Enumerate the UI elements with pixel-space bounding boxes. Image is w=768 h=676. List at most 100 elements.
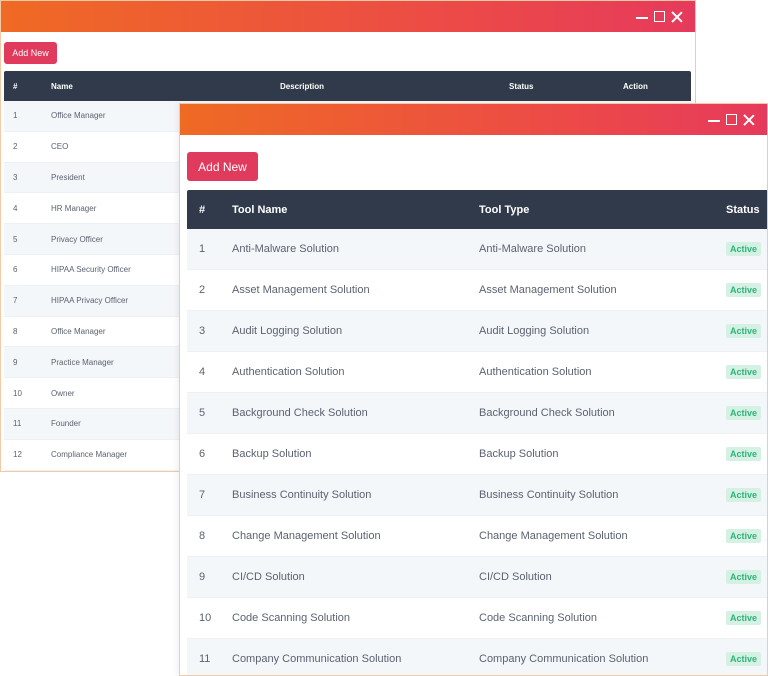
row-number: 11 — [13, 419, 22, 429]
column-header-status[interactable]: Status — [509, 71, 533, 101]
window-titlebar[interactable] — [180, 104, 767, 135]
table-body: 1 Anti-Malware Solution Anti-Malware Solut… — [187, 229, 767, 675]
row-status: Active — [726, 352, 762, 392]
row-tool-name: Background Check Solution — [232, 407, 368, 419]
status-badge: Active — [726, 406, 762, 420]
table-row[interactable]: 6 Backup Solution Backup Solution Active — [187, 434, 767, 475]
row-tool-type: Background Check Solution — [479, 407, 615, 419]
row-number: 2 — [13, 142, 18, 152]
table-row[interactable]: 8 Change Management Solution Change Manage… — [187, 516, 767, 557]
column-header-status[interactable]: Status — [726, 190, 760, 229]
row-number: 4 — [13, 203, 18, 213]
row-status: Active — [726, 557, 762, 597]
row-name: Privacy Officer — [51, 234, 103, 244]
row-name: HIPAA Security Officer — [51, 265, 131, 275]
table-header: # Name Description Status Action — [4, 71, 691, 101]
row-status: Active — [726, 270, 762, 310]
column-header-number: # — [199, 203, 206, 216]
table-row[interactable]: 11 Company Communication Solution Company … — [187, 639, 767, 675]
status-badge: Active — [726, 365, 762, 379]
table-row[interactable]: 9 CI/CD Solution CI/CD Solution Active — [187, 557, 767, 598]
row-number: 3 — [199, 325, 206, 337]
row-name: Office Manager — [51, 326, 106, 336]
table-row[interactable]: 7 Business Continuity Solution Business Co… — [187, 475, 767, 516]
status-badge: Active — [726, 283, 762, 297]
maximize-icon[interactable] — [654, 11, 665, 22]
table-row[interactable]: 10 Code Scanning Solution Code Scanning So… — [187, 598, 767, 639]
column-header-name[interactable]: Name — [51, 71, 73, 101]
row-status: Active — [726, 434, 762, 474]
row-number: 6 — [13, 265, 18, 275]
column-header-description[interactable]: Description — [280, 71, 324, 101]
row-status: Active — [726, 516, 762, 556]
row-name: Owner — [51, 388, 75, 398]
row-number: 5 — [13, 234, 18, 244]
column-header-number: # — [13, 81, 18, 91]
add-new-button[interactable]: Add New — [4, 42, 57, 64]
row-number: 12 — [13, 450, 22, 460]
row-number: 7 — [199, 489, 206, 501]
table-row[interactable]: 4 Authentication Solution Authentication S… — [187, 352, 767, 393]
status-badge: Active — [726, 242, 762, 256]
tools-window: Add New # Tool Name Tool Type Status 1 An… — [179, 103, 768, 676]
column-header-tool-name[interactable]: Tool Name — [232, 190, 287, 229]
status-badge: Active — [726, 447, 762, 461]
row-number: 7 — [13, 296, 18, 306]
window-titlebar[interactable] — [1, 1, 695, 32]
row-status: Active — [726, 639, 762, 675]
row-tool-type: Change Management Solution — [479, 530, 628, 542]
row-tool-name: Anti-Malware Solution — [232, 243, 339, 255]
row-number: 8 — [13, 326, 18, 336]
table-row[interactable]: 2 Asset Management Solution Asset Manageme… — [187, 270, 767, 311]
row-number: 10 — [199, 612, 212, 624]
table-row[interactable]: 5 Background Check Solution Background Che… — [187, 393, 767, 434]
row-tool-name: CI/CD Solution — [232, 571, 305, 583]
row-tool-name: Change Management Solution — [232, 530, 381, 542]
row-number: 9 — [199, 571, 206, 583]
table-row[interactable]: 1 Anti-Malware Solution Anti-Malware Solut… — [187, 229, 767, 270]
row-tool-name: Code Scanning Solution — [232, 612, 351, 624]
row-tool-type: Audit Logging Solution — [479, 325, 590, 337]
row-tool-name: Company Communication Solution — [232, 653, 402, 665]
minimize-icon[interactable] — [636, 11, 648, 23]
row-name: Founder — [51, 419, 81, 429]
row-tool-type: Code Scanning Solution — [479, 612, 598, 624]
row-name: CEO — [51, 142, 69, 152]
row-tool-type: Authentication Solution — [479, 366, 592, 378]
minimize-icon[interactable] — [708, 114, 720, 126]
row-name: President — [51, 172, 85, 182]
row-number: 9 — [13, 357, 18, 367]
row-tool-type: Anti-Malware Solution — [479, 243, 586, 255]
close-icon[interactable] — [671, 11, 683, 23]
add-new-button[interactable]: Add New — [187, 152, 258, 181]
row-tool-name: Asset Management Solution — [232, 284, 370, 296]
row-tool-name: Audit Logging Solution — [232, 325, 343, 337]
row-number: 11 — [199, 653, 211, 665]
column-header-tool-type[interactable]: Tool Type — [479, 190, 529, 229]
maximize-icon[interactable] — [726, 114, 737, 125]
row-tool-name: Business Continuity Solution — [232, 489, 372, 501]
close-icon[interactable] — [743, 114, 755, 126]
window-controls — [636, 1, 695, 32]
row-number: 10 — [13, 388, 22, 398]
status-badge: Active — [726, 652, 762, 666]
row-tool-type: Company Communication Solution — [479, 653, 649, 665]
row-status: Active — [726, 229, 762, 269]
row-number: 3 — [13, 172, 18, 182]
column-header-action: Action — [623, 81, 648, 91]
table-row[interactable]: 3 Audit Logging Solution Audit Logging Sol… — [187, 311, 767, 352]
row-name: Office Manager — [51, 111, 106, 121]
row-status: Active — [726, 475, 762, 515]
status-badge: Active — [726, 611, 762, 625]
status-badge: Active — [726, 570, 762, 584]
row-name: Practice Manager — [51, 357, 114, 367]
status-badge: Active — [726, 324, 762, 338]
row-tool-name: Backup Solution — [232, 448, 312, 460]
row-status: Active — [726, 393, 762, 433]
row-number: 6 — [199, 448, 206, 460]
row-name: HIPAA Privacy Officer — [51, 296, 129, 306]
row-name: HR Manager — [51, 203, 97, 213]
row-number: 8 — [199, 530, 206, 542]
row-tool-type: Asset Management Solution — [479, 284, 617, 296]
row-status: Active — [726, 598, 762, 638]
